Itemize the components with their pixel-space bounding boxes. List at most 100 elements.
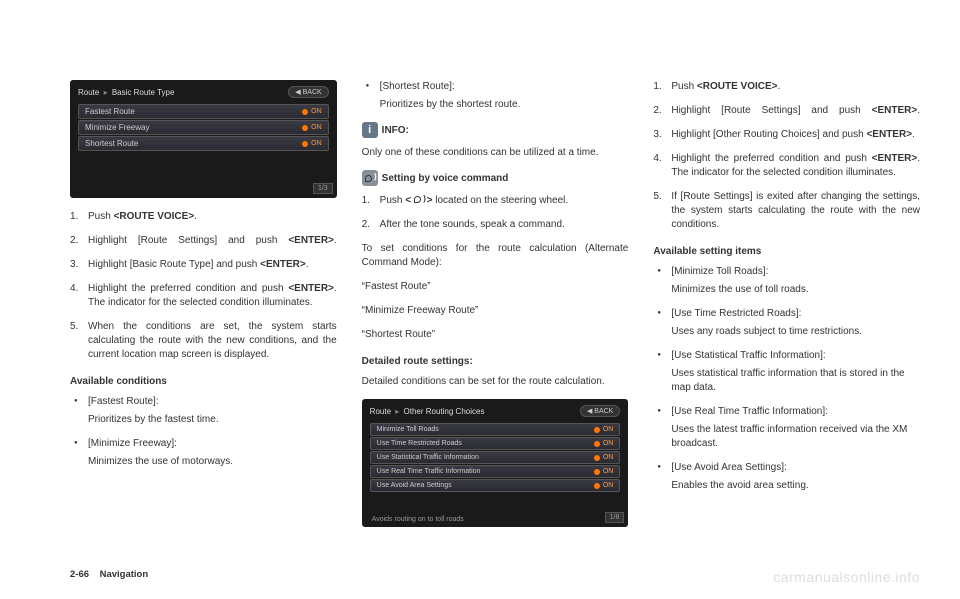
item-desc: Enables the avoid area setting. xyxy=(671,479,920,493)
info-icon: i xyxy=(362,122,378,138)
menu-row: Use Statistical Traffic Information ON xyxy=(370,451,621,464)
back-button: ◀ BACK xyxy=(580,405,620,417)
bullet-list: [Fastest Route]: Prioritizes by the fast… xyxy=(70,395,337,479)
info-label: i INFO: xyxy=(362,122,629,138)
item-title: [Shortest Route]: xyxy=(380,81,455,92)
pager: 1/3 xyxy=(313,183,333,194)
menu-row: Minimize Toll Roads ON xyxy=(370,423,621,436)
list-item: [Minimize Toll Roads]: Minimizes the use… xyxy=(653,265,920,297)
step-item: Highlight [Route Settings] and push <ENT… xyxy=(653,104,920,118)
talk-icon xyxy=(414,195,424,203)
watermark: carmanualsonline.info xyxy=(773,569,920,585)
bullet-list: [Minimize Toll Roads]: Minimizes the use… xyxy=(653,265,920,503)
indicator-dot-icon xyxy=(302,125,308,131)
item-desc: Uses statistical traffic information tha… xyxy=(671,367,920,395)
item-title: [Use Statistical Traffic Information]: xyxy=(671,350,825,361)
menu-row: Use Time Restricted Roads ON xyxy=(370,437,621,450)
list-item: [Use Real Time Traffic Information]: Use… xyxy=(653,405,920,451)
list-item: [Shortest Route]: Prioritizes by the sho… xyxy=(362,80,629,112)
screenshot-other-routing-choices: Route ▸ Other Routing Choices ◀ BACK Min… xyxy=(362,399,629,527)
menu-label: Minimize Freeway xyxy=(85,123,149,132)
breadcrumb-root: Route xyxy=(78,88,99,97)
list-item: [Fastest Route]: Prioritizes by the fast… xyxy=(70,395,337,427)
item-desc: Minimizes the use of motorways. xyxy=(88,455,337,469)
chevron-right-icon: ▸ xyxy=(395,407,399,416)
item-desc: Uses the latest traffic information rece… xyxy=(671,423,920,451)
item-desc: Prioritizes by the shortest route. xyxy=(380,98,629,112)
on-label: ON xyxy=(603,426,614,433)
indicator-dot-icon xyxy=(302,109,308,115)
on-label: ON xyxy=(311,124,322,131)
available-setting-heading: Available setting items xyxy=(653,246,920,257)
on-label: ON xyxy=(603,468,614,475)
detailed-heading: Detailed route settings: xyxy=(362,356,629,367)
page-number: 2-66 xyxy=(70,569,89,580)
step-item: Highlight [Other Routing Choices] and pu… xyxy=(653,128,920,142)
indicator-dot-icon xyxy=(594,441,600,447)
menu-label: Minimize Toll Roads xyxy=(377,426,439,433)
step-item: Highlight [Route Settings] and push <ENT… xyxy=(70,234,337,248)
available-conditions-heading: Available conditions xyxy=(70,376,337,387)
list-item: [Use Time Restricted Roads]: Uses any ro… xyxy=(653,307,920,339)
back-button: ◀ BACK xyxy=(288,86,328,98)
detailed-text: Detailed conditions can be set for the r… xyxy=(362,375,629,389)
on-label: ON xyxy=(603,482,614,489)
voice-intro: To set conditions for the route calculat… xyxy=(362,242,629,270)
on-label: ON xyxy=(603,440,614,447)
item-title: [Use Real Time Traffic Information]: xyxy=(671,406,828,417)
list-item: [Minimize Freeway]: Minimizes the use of… xyxy=(70,437,337,469)
step-item: After the tone sounds, speak a command. xyxy=(362,218,629,232)
menu-row: Use Avoid Area Settings ON xyxy=(370,479,621,492)
steps-list: Push <ROUTE VOICE>. Highlight [Route Set… xyxy=(70,210,337,372)
breadcrumb: Route ▸ Other Routing Choices xyxy=(370,407,485,416)
item-title: [Use Avoid Area Settings]: xyxy=(671,462,786,473)
step-item: If [Route Settings] is exited after chan… xyxy=(653,190,920,232)
step-item: Highlight [Basic Route Type] and push <E… xyxy=(70,258,337,272)
menu-label: Use Time Restricted Roads xyxy=(377,440,462,447)
column-3: Push <ROUTE VOICE>. Highlight [Route Set… xyxy=(653,80,920,540)
screenshot-basic-route-type: Route ▸ Basic Route Type ◀ BACK Fastest … xyxy=(70,80,337,198)
indicator-dot-icon xyxy=(302,141,308,147)
section-name: Navigation xyxy=(100,569,149,580)
info-text: Only one of these conditions can be util… xyxy=(362,146,629,160)
voice-command-label: Setting by voice command xyxy=(362,170,629,186)
item-desc: Minimizes the use of toll roads. xyxy=(671,283,920,297)
menu-label: Use Real Time Traffic Information xyxy=(377,468,481,475)
menu-row: Use Real Time Traffic Information ON xyxy=(370,465,621,478)
chevron-right-icon: ▸ xyxy=(104,88,108,97)
step-item: Push <ROUTE VOICE>. xyxy=(70,210,337,224)
on-label: ON xyxy=(311,108,322,115)
step-item: Highlight the preferred condition and pu… xyxy=(653,152,920,180)
menu-label: Use Statistical Traffic Information xyxy=(377,454,479,461)
screen-footer: Avoids routing on to toll roads xyxy=(372,516,464,523)
menu-label: Shortest Route xyxy=(85,139,138,148)
item-title: [Minimize Freeway]: xyxy=(88,438,177,449)
item-title: [Fastest Route]: xyxy=(88,396,159,407)
steps-list: Push <ROUTE VOICE>. Highlight [Route Set… xyxy=(653,80,920,242)
voice-command: “Shortest Route” xyxy=(362,328,629,342)
column-1: Route ▸ Basic Route Type ◀ BACK Fastest … xyxy=(70,80,337,540)
on-label: ON xyxy=(603,454,614,461)
voice-command: “Minimize Freeway Route” xyxy=(362,304,629,318)
voice-steps-list: Push < > located on the steering wheel. … xyxy=(362,194,629,242)
breadcrumb-root: Route xyxy=(370,407,391,416)
breadcrumb: Route ▸ Basic Route Type xyxy=(78,88,174,97)
voice-command: “Fastest Route” xyxy=(362,280,629,294)
item-desc: Prioritizes by the fastest time. xyxy=(88,413,337,427)
voice-icon xyxy=(362,170,378,186)
item-title: [Minimize Toll Roads]: xyxy=(671,266,768,277)
step-item: When the conditions are set, the system … xyxy=(70,320,337,362)
step-item: Push < > located on the steering wheel. xyxy=(362,194,629,208)
menu-row: Minimize Freeway ON xyxy=(78,120,329,135)
step-item: Push <ROUTE VOICE>. xyxy=(653,80,920,94)
list-item: [Use Avoid Area Settings]: Enables the a… xyxy=(653,461,920,493)
list-item: [Use Statistical Traffic Information]: U… xyxy=(653,349,920,395)
menu-label: Fastest Route xyxy=(85,107,135,116)
step-item: Highlight the preferred condition and pu… xyxy=(70,282,337,310)
menu-label: Use Avoid Area Settings xyxy=(377,482,452,489)
on-label: ON xyxy=(311,140,322,147)
breadcrumb-sub: Basic Route Type xyxy=(112,88,175,97)
page-footer: 2-66 Navigation carmanualsonline.info xyxy=(70,569,920,585)
breadcrumb-sub: Other Routing Choices xyxy=(404,407,485,416)
indicator-dot-icon xyxy=(594,427,600,433)
